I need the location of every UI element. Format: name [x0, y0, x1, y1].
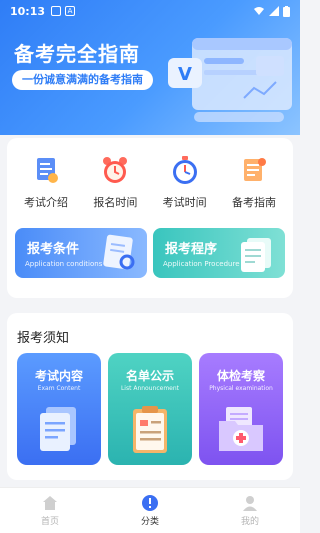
status-time: 10:13 — [10, 4, 46, 18]
quick-link-exam-intro[interactable]: 考试介绍 — [17, 154, 75, 210]
battery-icon — [283, 5, 290, 17]
banner-badge: V — [178, 64, 192, 85]
notification-icon — [51, 6, 62, 16]
quick-links-card: 考试介绍 报名时间 考试时间 备考指南 报考条件 Application con… — [7, 138, 293, 298]
banner-illustration: V — [164, 28, 294, 132]
stopwatch-icon — [172, 156, 197, 184]
signal-icon — [269, 6, 279, 16]
clipboard-search-icon — [103, 234, 135, 270]
medical-folder-icon — [219, 407, 263, 451]
quick-link-label: 报名时间 — [93, 196, 138, 209]
entry-title: 报考条件 — [27, 242, 80, 257]
tile-subtitle: List Announcement — [120, 385, 180, 392]
quick-link-prep-guide[interactable]: 备考指南 — [225, 154, 283, 210]
quick-link-exam-time[interactable]: 考试时间 — [156, 154, 214, 210]
notice-card: 报考须知 考试内容 Exam Content 名单公示 List Announc… — [7, 313, 293, 480]
status-bar: 10:13 A — [0, 0, 300, 22]
alarm-clock-icon — [103, 157, 128, 183]
entry-subtitle: Application conditions — [25, 260, 103, 268]
home-icon — [43, 496, 57, 510]
nav-label: 首页 — [40, 517, 59, 527]
exam-content-tile[interactable]: 考试内容 Exam Content — [17, 353, 101, 465]
nav-profile[interactable]: 我的 — [200, 488, 300, 533]
nav-home[interactable]: 首页 — [0, 488, 100, 533]
papers-icon — [40, 407, 76, 451]
category-icon — [142, 495, 158, 511]
document-icon — [37, 158, 58, 183]
quick-link-label: 备考指南 — [231, 196, 276, 209]
banner-subtitle: 一份诚意满满的备考指南 — [12, 70, 153, 90]
quick-link-registration-time[interactable]: 报名时间 — [86, 154, 144, 210]
nav-label: 我的 — [240, 517, 259, 527]
tile-subtitle: Physical examination — [209, 385, 273, 392]
list-announcement-tile[interactable]: 名单公示 List Announcement — [108, 353, 192, 465]
clipboard-icon — [133, 406, 167, 453]
status-label-icon: A — [65, 6, 76, 16]
section-title: 报考须知 — [17, 331, 70, 346]
banner-title: 备考完全指南 — [14, 42, 140, 66]
document-stack-icon — [241, 238, 271, 272]
application-conditions-button[interactable]: 报考条件 Application conditions — [15, 228, 147, 278]
tile-subtitle: Exam Content — [37, 385, 81, 392]
bottom-navigation: 首页 分类 我的 — [0, 487, 300, 533]
physical-examination-tile[interactable]: 体检考察 Physical examination — [199, 353, 283, 465]
application-procedure-button[interactable]: 报考程序 Application Procedure — [153, 228, 285, 278]
entry-title: 报考程序 — [165, 242, 218, 257]
tile-title: 考试内容 — [34, 369, 83, 383]
scroll-icon — [243, 158, 266, 181]
wifi-icon — [254, 7, 264, 15]
nav-label: 分类 — [140, 517, 159, 527]
tile-title: 名单公示 — [125, 369, 174, 383]
quick-link-label: 考试时间 — [162, 196, 207, 209]
entry-subtitle: Application Procedure — [163, 260, 240, 268]
quick-link-label: 考试介绍 — [24, 196, 68, 209]
nav-category[interactable]: 分类 — [100, 488, 200, 533]
user-icon — [243, 496, 257, 511]
tile-title: 体检考察 — [216, 369, 265, 383]
